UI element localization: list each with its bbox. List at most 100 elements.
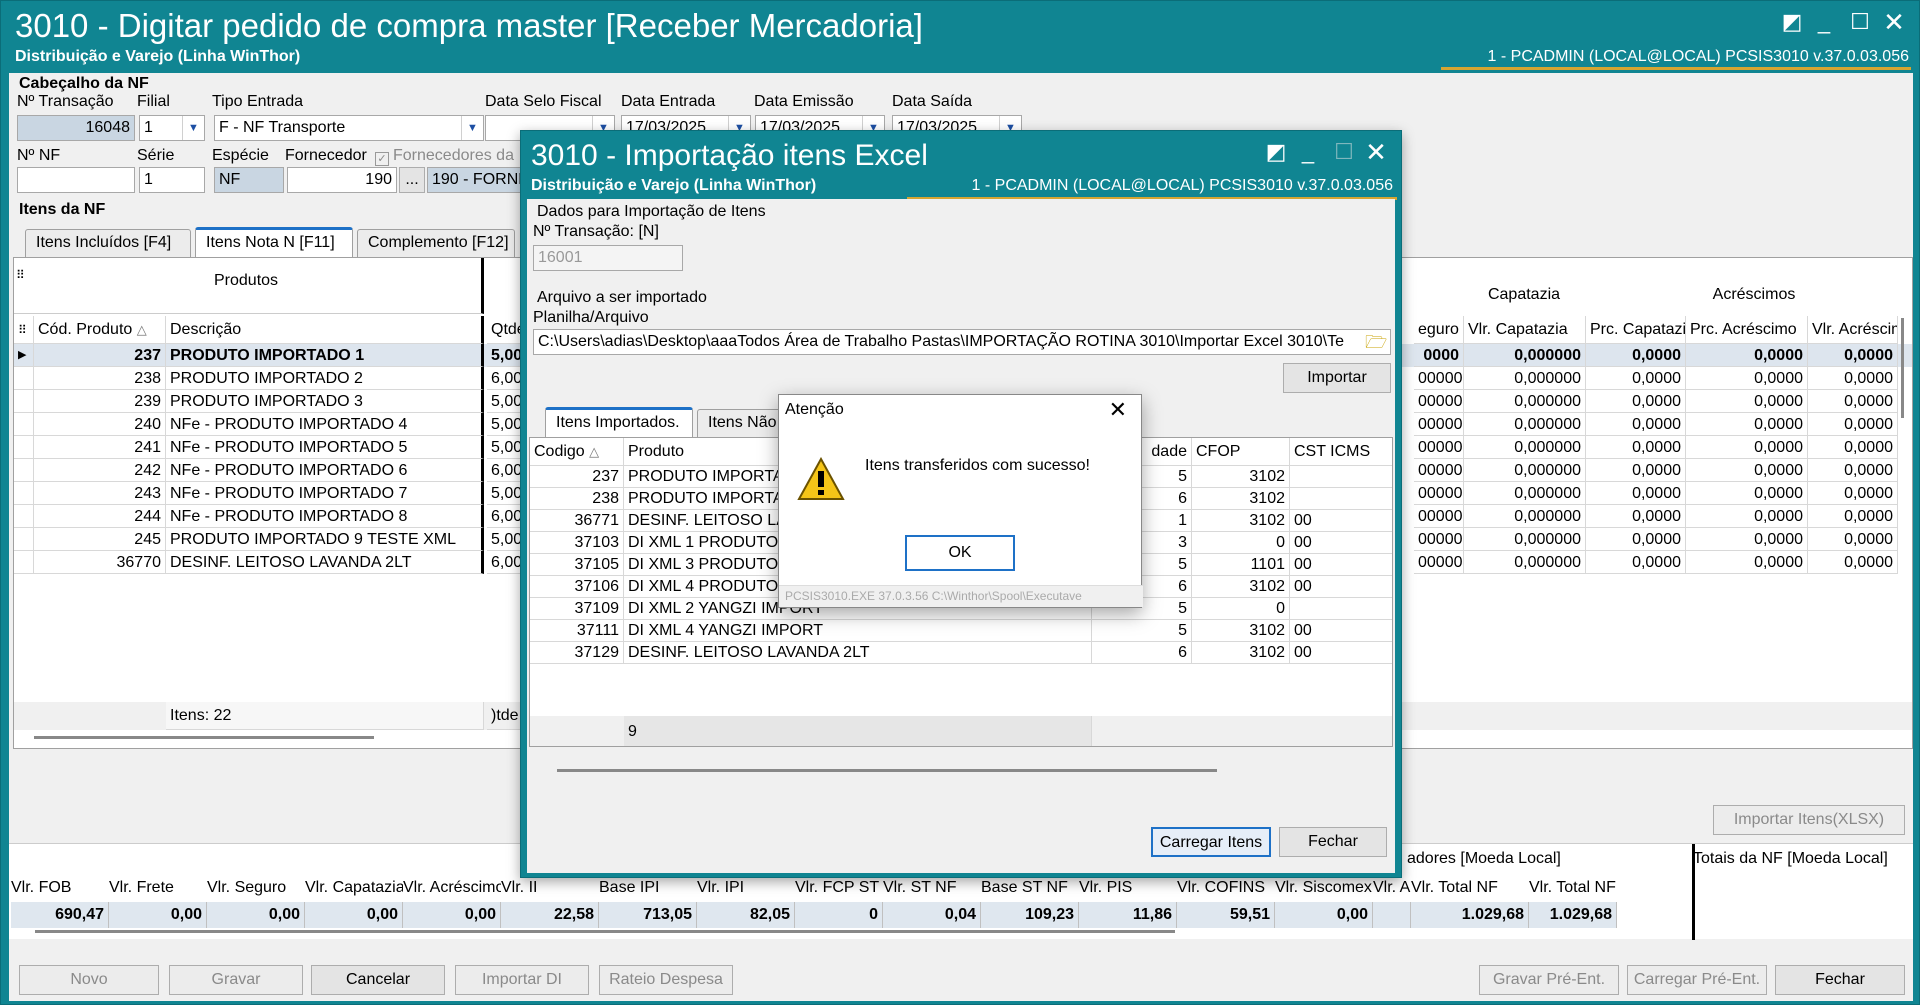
cell-cod-produto: 244 [34, 505, 166, 528]
close-icon[interactable]: ✕ [1109, 397, 1127, 423]
minimize-icon[interactable]: _ [1811, 9, 1837, 35]
serie-label: Série [137, 147, 175, 164]
header-vlr-capatazia[interactable]: Vlr. Capatazia [1464, 316, 1586, 344]
row-indicator [14, 505, 34, 528]
tab-itens-incluidos[interactable]: Itens Incluídos [F4] [25, 229, 191, 257]
header-prc-capatazia[interactable]: Prc. Capatazia [1586, 316, 1686, 344]
tab-itens-importados[interactable]: Itens Importados. [545, 407, 693, 437]
cell-value: 00000 [1414, 390, 1464, 413]
cell-value: 0,0000 [1808, 413, 1898, 436]
cell-cod-produto: 240 [34, 413, 166, 436]
warning-icon [797, 457, 845, 500]
fornecedor-name-field[interactable]: 190 - FORNE [427, 167, 527, 193]
header-descricao[interactable]: Descrição [166, 316, 484, 344]
data-entrada-label: Data Entrada [621, 93, 716, 110]
items-hscrollbar[interactable] [34, 736, 374, 739]
cell-value: 0,000000 [1464, 344, 1586, 367]
chevron-down-icon[interactable]: ▼ [461, 116, 483, 140]
minimize-icon[interactable]: _ [1295, 139, 1321, 165]
nf-field[interactable] [17, 167, 135, 193]
cell-codigo: 37103 [530, 532, 624, 554]
filial-select[interactable]: 1 ▼ [139, 115, 205, 141]
rateio-despesa-button[interactable]: Rateio Despesa [599, 965, 733, 995]
nf-label: Nº NF [17, 147, 61, 164]
main-title-bar[interactable]: 3010 - Digitar pedido de compra master [… [1, 1, 1920, 73]
close-icon[interactable]: ✕ [1881, 9, 1907, 35]
path-value: C:\Users\adias\Desktop\aaaTodos Área de … [538, 333, 1344, 350]
fechar-button[interactable]: Fechar [1775, 965, 1905, 995]
row-indicator [14, 482, 34, 505]
cell-value: 0,0000 [1686, 436, 1808, 459]
total-value [1373, 902, 1411, 928]
novo-button[interactable]: Novo [19, 965, 159, 995]
restore-icon[interactable]: ◩ [1263, 139, 1289, 165]
fornecedor-search-button[interactable]: ... [399, 167, 425, 193]
serie-field[interactable]: 1 [139, 167, 205, 193]
totals-divider [1692, 844, 1695, 940]
dialog-fechar-button[interactable]: Fechar [1279, 827, 1387, 857]
cell-cod-produto: 245 [34, 528, 166, 551]
message-status-bar: PCSIS3010.EXE 37.0.3.56 C:\Winthor\Spool… [779, 585, 1143, 607]
gravar-button[interactable]: Gravar [169, 965, 303, 995]
cell-descricao: NFe - PRODUTO IMPORTADO 8 [166, 505, 484, 528]
ok-button[interactable]: OK [905, 535, 1015, 571]
group-header-produtos: ⠿ Produtos [14, 258, 484, 314]
items-vscrollbar[interactable] [1901, 318, 1904, 418]
dialog-transacao-field[interactable]: 16001 [533, 245, 683, 271]
importar-button[interactable]: Importar [1283, 363, 1391, 393]
transacao-field[interactable]: 16048 [17, 115, 135, 141]
cell-cst-icms: 00 [1290, 532, 1392, 554]
tipo-entrada-select[interactable]: F - NF Transporte ▼ [214, 115, 484, 141]
fornecedores-checkbox[interactable]: ✓ Fornecedores da [375, 147, 514, 166]
total-value: 1.029,68 [1529, 902, 1617, 928]
header-codigo[interactable]: Codigo △ [530, 438, 624, 466]
header-seguro[interactable]: eguro [1414, 316, 1464, 344]
cell-value: 0,0000 [1808, 551, 1898, 574]
cell-cfop: 3102 [1192, 488, 1290, 510]
column-chooser-icon[interactable]: ⠿ [16, 268, 25, 282]
tab-itens-nota[interactable]: Itens Nota N [F11] [195, 227, 353, 257]
total-label: Vlr. Frete [109, 879, 174, 896]
totals-hscrollbar[interactable] [35, 930, 1175, 933]
importar-itens-xlsx-button[interactable]: Importar Itens(XLSX) [1713, 805, 1905, 835]
importar-di-button[interactable]: Importar DI [455, 965, 589, 995]
planilha-path-field[interactable]: C:\Users\adias\Desktop\aaaTodos Área de … [533, 329, 1391, 355]
close-icon[interactable]: ✕ [1363, 139, 1389, 165]
header-cst-icms[interactable]: CST ICMS [1290, 438, 1392, 466]
cancelar-button[interactable]: Cancelar [311, 965, 445, 995]
restore-icon[interactable]: ◩ [1779, 9, 1805, 35]
cell-value: 0,0000 [1686, 390, 1808, 413]
imported-hscrollbar[interactable] [557, 769, 1217, 772]
cell-value: 00000 [1414, 436, 1464, 459]
chevron-down-icon[interactable]: ▼ [182, 116, 204, 140]
header-cfop[interactable]: CFOP [1192, 438, 1290, 466]
fornecedor-field[interactable]: 190 [287, 167, 397, 193]
table-row[interactable]: 37111 DI XML 4 YANGZI IMPORT 5 3102 00 [530, 620, 1392, 642]
filial-value: 1 [144, 119, 153, 136]
row-selector-icon[interactable]: ⠿ [14, 316, 34, 344]
cell-cod-produto: 237 [34, 344, 166, 367]
acrescimos-group-label: Acréscimos [1712, 286, 1796, 303]
cell-value: 0,0000 [1686, 344, 1808, 367]
folder-open-icon[interactable]: 🗁 [1365, 332, 1387, 352]
carregar-pre-entrada-button[interactable]: Carregar Pré-Ent. [1627, 965, 1767, 995]
gravar-pre-entrada-button[interactable]: Gravar Pré-Ent. [1479, 965, 1619, 995]
tab-itens-nao[interactable]: Itens Não [697, 409, 787, 437]
tab-complemento[interactable]: Complemento [F12] [357, 229, 515, 257]
total-value: 0,00 [403, 902, 501, 928]
cell-descricao: NFe - PRODUTO IMPORTADO 7 [166, 482, 484, 505]
row-indicator [14, 413, 34, 436]
especie-field[interactable]: NF [214, 167, 284, 193]
carregar-itens-button[interactable]: Carregar Itens [1151, 827, 1271, 857]
cell-produto: DESINF. LEITOSO LAVANDA 2LT [624, 642, 1092, 664]
header-cod-produto[interactable]: Cód. Produto △ [34, 316, 166, 344]
maximize-icon[interactable]: ☐ [1847, 9, 1873, 35]
header-vlr-acrescimo[interactable]: Vlr. Acréscim [1808, 316, 1898, 344]
table-row[interactable]: 37129 DESINF. LEITOSO LAVANDA 2LT 6 3102 00 [530, 642, 1392, 664]
cell-descricao: NFe - PRODUTO IMPORTADO 4 [166, 413, 484, 436]
total-value: 713,05 [599, 902, 697, 928]
checkbox-icon[interactable]: ✓ [375, 152, 389, 166]
dialog-title-bar[interactable]: 3010 - Importação itens Excel Distribuiç… [521, 131, 1401, 200]
header-prc-acrescimo[interactable]: Prc. Acréscimo [1686, 316, 1808, 344]
total-label: Vlr. II [501, 879, 538, 896]
